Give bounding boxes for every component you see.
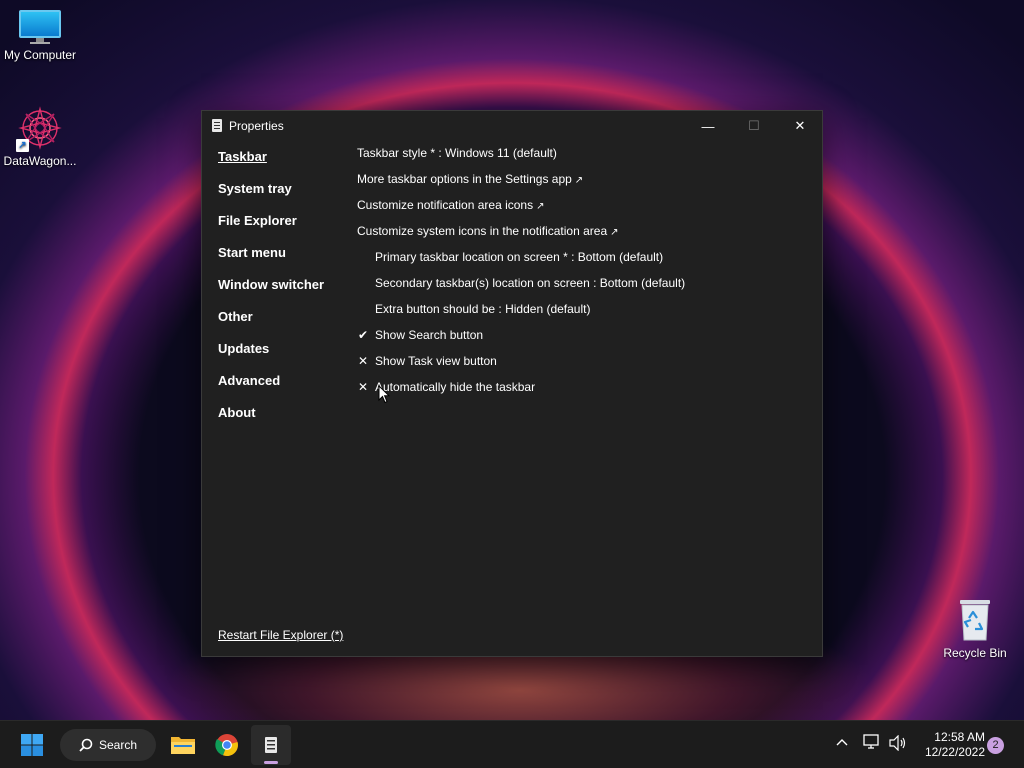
file-explorer-taskbar-button[interactable] [163, 725, 203, 765]
maximize-button[interactable]: ☐ [731, 111, 777, 141]
setting-label: Primary taskbar location on screen * : B… [375, 250, 664, 264]
sidebar-item-about[interactable]: About [218, 405, 343, 437]
setting-label: Customize notification area icons [357, 198, 534, 212]
restart-file-explorer-link[interactable]: Restart File Explorer (*) [218, 628, 343, 642]
show-hidden-icons-chevron-icon[interactable] [836, 735, 848, 749]
setting-label: Secondary taskbar(s) location on screen … [375, 276, 686, 290]
setting-label: Customize system icons in the notificati… [357, 224, 608, 238]
settings-list: Taskbar style * : Windows 11 (default) M… [357, 146, 807, 406]
desktop-icon-label: Recycle Bin [943, 646, 1007, 660]
shortcut-arrow-icon: ↗ [16, 139, 29, 152]
network-icon[interactable] [863, 734, 881, 755]
taskbar-search-button[interactable]: Search [60, 729, 156, 761]
setting-label: Taskbar style * : Windows 11 (default) [357, 146, 557, 160]
setting-show-task-view-button[interactable]: ✕ Show Task view button [357, 354, 807, 380]
minimize-button[interactable]: — [685, 111, 731, 141]
sidebar-item-system-tray[interactable]: System tray [218, 181, 343, 213]
clock-date: 12/22/2022 [924, 745, 985, 759]
desktop-icon-label: DataWagon... [3, 154, 77, 168]
setting-more-taskbar-options-link[interactable]: More taskbar options in the Settings app… [357, 172, 807, 198]
chrome-icon [215, 734, 238, 757]
sidebar-item-start-menu[interactable]: Start menu [218, 245, 343, 277]
desktop-icon-recycle-bin[interactable]: Recycle Bin [935, 598, 1015, 660]
setting-label: More taskbar options in the Settings app [357, 172, 572, 186]
properties-app-icon [265, 737, 277, 753]
properties-window: Properties — ☐ ✕ Taskbar System tray Fil… [201, 110, 823, 657]
external-link-icon: ↗ [610, 227, 619, 238]
close-button[interactable]: ✕ [777, 111, 823, 141]
setting-primary-taskbar-location[interactable]: Primary taskbar location on screen * : B… [357, 250, 807, 276]
close-icon: ✕ [794, 118, 806, 133]
cross-icon: ✕ [358, 354, 369, 368]
minimize-icon: — [701, 118, 715, 134]
setting-extra-button[interactable]: Extra button should be : Hidden (default… [357, 302, 807, 328]
clock-time: 12:58 AM [934, 730, 985, 744]
setting-label: Show Search button [375, 328, 484, 342]
setting-taskbar-style[interactable]: Taskbar style * : Windows 11 (default) [357, 146, 807, 172]
desktop-icon-label: My Computer [3, 48, 77, 62]
desktop-icon-datawagon[interactable]: ↗ DataWagon... [0, 106, 80, 168]
sidebar-nav: Taskbar System tray File Explorer Start … [218, 149, 343, 437]
sidebar-item-taskbar[interactable]: Taskbar [218, 149, 343, 181]
setting-label: Automatically hide the taskbar [375, 380, 536, 394]
setting-system-icons-link[interactable]: Customize system icons in the notificati… [357, 224, 807, 250]
title-bar[interactable]: Properties — ☐ ✕ [202, 111, 822, 141]
windows-logo-icon [21, 734, 43, 756]
notification-count-badge[interactable]: 2 [987, 737, 1004, 754]
sidebar-item-advanced[interactable]: Advanced [218, 373, 343, 405]
taskbar: Search 12:58 AM 12/22/2022 2 [0, 720, 1024, 768]
taskbar-clock[interactable]: 12:58 AM 12/22/2022 [915, 730, 985, 760]
properties-taskbar-button[interactable] [251, 725, 291, 765]
mouse-cursor-icon [378, 384, 391, 409]
volume-icon[interactable] [889, 734, 907, 754]
search-label: Search [98, 738, 138, 752]
external-link-icon: ↗ [536, 201, 545, 212]
setting-label: Extra button should be : Hidden (default… [375, 302, 591, 316]
active-app-indicator [264, 761, 278, 764]
setting-show-search-button[interactable]: ✔ Show Search button [357, 328, 807, 354]
cross-icon: ✕ [358, 380, 369, 394]
setting-label: Show Task view button [375, 354, 497, 368]
maximize-icon: ☐ [748, 118, 760, 133]
search-icon [79, 738, 93, 752]
start-button[interactable] [12, 725, 52, 765]
setting-auto-hide-taskbar[interactable]: ✕ Automatically hide the taskbar [357, 380, 807, 406]
folder-icon [171, 737, 195, 754]
chrome-taskbar-button[interactable] [207, 725, 247, 765]
sidebar-item-window-switcher[interactable]: Window switcher [218, 277, 343, 309]
sidebar-item-other[interactable]: Other [218, 309, 343, 341]
sidebar-item-file-explorer[interactable]: File Explorer [218, 213, 343, 245]
app-icon [212, 119, 222, 132]
recycle-bin-icon [957, 598, 993, 642]
sidebar-item-updates[interactable]: Updates [218, 341, 343, 373]
setting-secondary-taskbar-location[interactable]: Secondary taskbar(s) location on screen … [357, 276, 807, 302]
external-link-icon: ↗ [574, 175, 584, 186]
desktop-icon-my-computer[interactable]: My Computer [0, 10, 80, 62]
monitor-icon [19, 10, 61, 44]
datawagon-icon: ↗ [16, 106, 62, 152]
checkmark-icon: ✔ [358, 328, 369, 342]
window-title: Properties [229, 119, 284, 133]
setting-notification-icons-link[interactable]: Customize notification area icons ↗ [357, 198, 807, 224]
